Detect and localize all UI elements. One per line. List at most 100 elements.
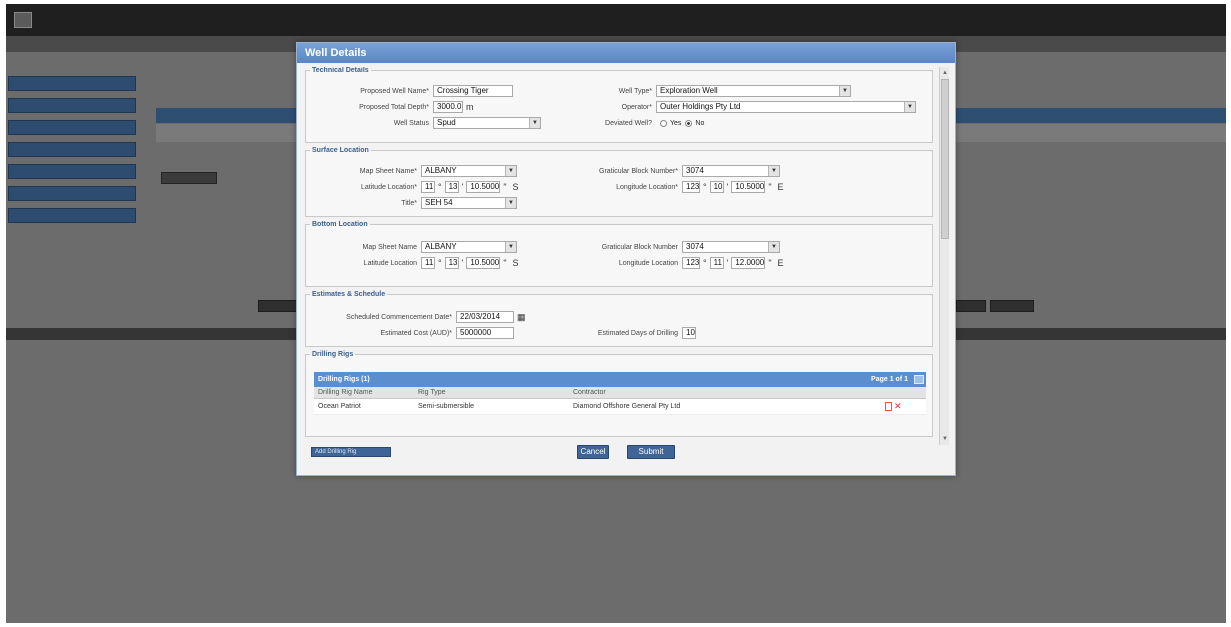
degree-symbol: ° [438, 258, 442, 268]
operator-select[interactable]: Outer Holdings Pty Ltd ▼ [656, 101, 916, 113]
select-value: Spud [437, 118, 456, 127]
sidebar-item[interactable] [8, 98, 136, 113]
column-header[interactable]: Rig Type [414, 387, 569, 398]
second-symbol: " [768, 258, 772, 268]
edit-icon[interactable] [885, 402, 892, 411]
select-value: 3074 [686, 242, 704, 251]
sidebar-item[interactable] [8, 142, 136, 157]
surface-lat-deg-input[interactable]: 11 [421, 181, 435, 193]
surface-lon-min-input[interactable]: 10 [709, 181, 724, 193]
field-label: Estimated Days of Drilling [597, 329, 678, 337]
total-depth-input[interactable]: 3000.0 [433, 101, 463, 113]
cancel-button[interactable]: Cancel [577, 445, 609, 459]
sidebar-item[interactable] [8, 76, 136, 91]
field-label: Map Sheet Name [362, 243, 417, 251]
scroll-up-icon[interactable]: ▲ [941, 69, 949, 77]
chevron-down-icon[interactable]: ▼ [904, 102, 915, 112]
hemisphere-label: S [512, 258, 519, 268]
select-value: ALBANY [425, 166, 457, 175]
field-label: Operator* [621, 103, 652, 111]
chevron-down-icon[interactable]: ▼ [839, 86, 850, 96]
estimated-days-input[interactable]: 10 [682, 327, 696, 339]
collapse-icon[interactable] [914, 375, 924, 384]
sidebar-item[interactable] [8, 164, 136, 179]
select-value: 3074 [686, 166, 704, 175]
grid-columns: Drilling Rig Name Rig Type Contractor [314, 387, 926, 399]
surface-map-sheet-select[interactable]: ALBANY ▼ [421, 165, 517, 177]
chevron-down-icon[interactable]: ▼ [505, 242, 516, 252]
surface-lon-sec-input[interactable]: 10.5000 [731, 181, 766, 193]
background-button[interactable] [990, 300, 1034, 312]
chevron-down-icon[interactable]: ▼ [768, 166, 779, 176]
surface-graticular-block-select[interactable]: 3074 ▼ [682, 165, 780, 177]
well-status-select[interactable]: Spud ▼ [433, 117, 541, 129]
calendar-icon[interactable]: ▦ [517, 312, 526, 323]
submit-button[interactable]: Submit [627, 445, 675, 459]
delete-icon[interactable]: ✕ [894, 402, 902, 411]
field-label: Scheduled Commencement Date* [346, 313, 452, 321]
scroll-down-icon[interactable]: ▼ [941, 435, 949, 443]
field-label: Longitude Location [618, 259, 678, 267]
sidebar-item[interactable] [8, 208, 136, 223]
hemisphere-label: E [777, 258, 784, 268]
well-details-dialog: Well Details Technical Details Proposed … [296, 42, 956, 476]
bottom-lat-sec-input[interactable]: 10.5000 [466, 257, 501, 269]
section-legend: Drilling Rigs [312, 351, 354, 358]
deviated-no-radio[interactable] [685, 119, 693, 127]
chevron-down-icon[interactable]: ▼ [768, 242, 779, 252]
dialog-scrollbar[interactable]: ▲ ▼ [939, 67, 949, 445]
background-button[interactable] [161, 172, 217, 184]
field-label: Graticular Block Number [601, 243, 678, 251]
add-drilling-rig-button[interactable]: Add Drilling Rig [311, 447, 391, 457]
surface-lat-min-input[interactable]: 13 [444, 181, 459, 193]
column-header[interactable]: Contractor [569, 387, 869, 398]
chevron-down-icon[interactable]: ▼ [505, 198, 516, 208]
deviated-yes-radio[interactable] [660, 119, 667, 127]
bottom-lon-deg-input[interactable]: 123 [682, 257, 700, 269]
minute-symbol: ' [726, 258, 729, 268]
radio-label: No [695, 119, 705, 127]
sidebar-item[interactable] [8, 120, 136, 135]
surface-lat-sec-input[interactable]: 10.5000 [466, 181, 501, 193]
section-legend: Estimates & Schedule [312, 291, 386, 298]
title-select[interactable]: SEH 54 ▼ [421, 197, 517, 209]
page-info: Page 1 of 1 [871, 376, 908, 383]
chevron-down-icon[interactable]: ▼ [505, 166, 516, 176]
bottom-lon-min-input[interactable]: 11 [709, 257, 724, 269]
second-symbol: " [768, 182, 772, 192]
chevron-down-icon[interactable]: ▼ [529, 118, 540, 128]
field-label: Estimated Cost (AUD)* [380, 329, 452, 337]
surface-lon-deg-input[interactable]: 123 [682, 181, 700, 193]
table-row[interactable]: Ocean Patriot Semi-submersible Diamond O… [314, 399, 926, 415]
rig-name-cell: Ocean Patriot [318, 403, 361, 410]
bottom-location-section: Bottom Location Map Sheet Name ALBANY ▼ G… [305, 221, 933, 287]
background-button[interactable] [258, 300, 298, 312]
grid-header: Drilling Rigs (1) Page 1 of 1 [314, 372, 926, 387]
scroll-thumb[interactable] [941, 79, 949, 239]
column-header[interactable]: Drilling Rig Name [314, 387, 414, 398]
bottom-lat-min-input[interactable]: 13 [444, 257, 459, 269]
estimated-cost-input[interactable]: 5000000 [456, 327, 514, 339]
proposed-well-name-input[interactable]: Crossing Tiger [433, 85, 513, 97]
hemisphere-label: E [777, 182, 784, 192]
bottom-graticular-block-select[interactable]: 3074 ▼ [682, 241, 780, 253]
sidebar-item[interactable] [8, 186, 136, 201]
technical-details-section: Technical Details Proposed Well Name* Cr… [305, 67, 933, 143]
degree-symbol: ° [438, 182, 442, 192]
section-legend: Surface Location [312, 147, 369, 154]
bottom-lat-deg-input[interactable]: 11 [421, 257, 435, 269]
background-button[interactable] [956, 300, 986, 312]
second-symbol: " [503, 258, 507, 268]
minute-symbol: ' [461, 182, 464, 192]
degree-symbol: ° [703, 258, 707, 268]
dialog-title: Well Details [297, 43, 955, 63]
field-label: Title* [401, 199, 417, 207]
commencement-date-input[interactable]: 22/03/2014 [456, 311, 514, 323]
well-type-select[interactable]: Exploration Well ▼ [656, 85, 851, 97]
drilling-rigs-grid: Drilling Rigs (1) Page 1 of 1 Drilling R… [314, 372, 926, 415]
bottom-lon-sec-input[interactable]: 12.0000 [731, 257, 766, 269]
field-label: Latitude Location [363, 259, 417, 267]
bottom-map-sheet-select[interactable]: ALBANY ▼ [421, 241, 517, 253]
field-label: Map Sheet Name* [359, 167, 417, 175]
field-label: Proposed Total Depth* [359, 103, 429, 111]
